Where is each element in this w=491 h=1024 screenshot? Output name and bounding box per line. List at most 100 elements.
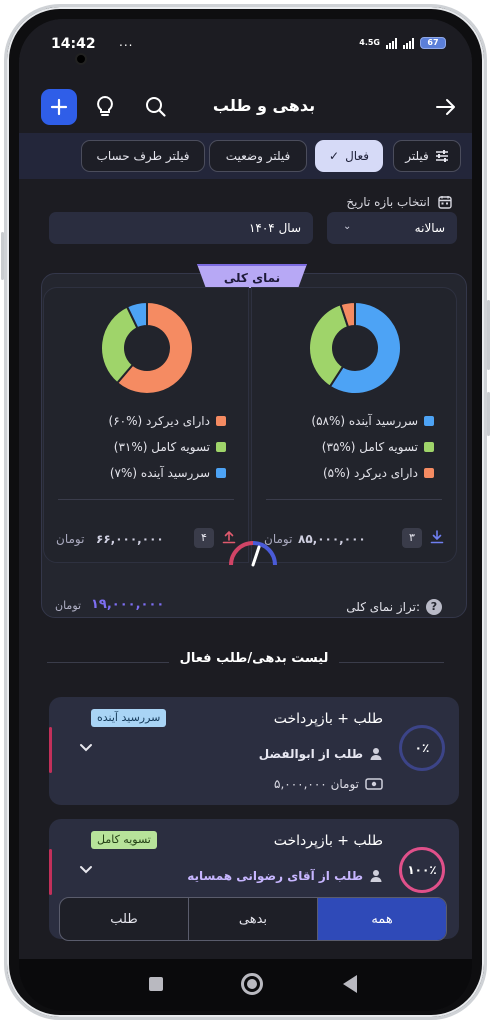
receivable-donut-chart xyxy=(308,300,402,395)
item-subtitle-row: طلب از آقای رضوانی همسایه xyxy=(187,869,383,883)
type-segmented-control: طلب بدهی همه xyxy=(59,897,447,941)
item-subtitle: طلب از آقای رضوانی همسایه xyxy=(187,869,363,883)
download-icon xyxy=(430,530,444,544)
year-select-value: سال ۱۴۰۴ xyxy=(248,221,301,235)
money-icon xyxy=(365,778,383,790)
item-amount: ۵,۰۰۰,۰۰۰ تومان xyxy=(274,777,359,791)
filter-status-label: فیلتر وضعیت xyxy=(225,149,291,163)
payable-count: ۴ xyxy=(194,528,214,548)
progress-value: ۱۰۰٪ xyxy=(407,863,437,877)
camera-cutout xyxy=(75,53,87,65)
segment-all[interactable]: همه xyxy=(317,898,446,940)
legend-label: سررسید آینده (%۷) xyxy=(109,466,210,480)
legend-item: تسویه کامل (%۳۵) xyxy=(274,434,434,460)
receivable-panel: سررسید آینده (%۵۸) تسویه کامل (%۳۵) دارا… xyxy=(251,287,457,563)
person-icon xyxy=(370,748,382,760)
search-button[interactable] xyxy=(142,93,170,121)
status-badge: تسویه کامل xyxy=(91,831,157,849)
person-icon xyxy=(370,870,382,882)
date-range-label: انتخاب بازه تاریخ xyxy=(346,195,452,209)
legend-swatch xyxy=(424,468,434,478)
legend-label: سررسید آینده (%۵۸) xyxy=(311,414,418,428)
app-screen: 14:42 ... 4.5G 67 بدهی و طلب فیلتر طرف ح… xyxy=(19,19,472,1011)
item-title: طلب + بازپرداخت xyxy=(273,833,383,849)
system-nav-bar xyxy=(19,959,472,1011)
item-amount-row: ۵,۰۰۰,۰۰۰ تومان xyxy=(274,777,383,791)
segment-credit[interactable]: طلب xyxy=(60,898,188,940)
payable-amount-row: ۴ ۶۶,۰۰۰,۰۰۰ تومان xyxy=(56,528,236,552)
app-header: بدهی و طلب xyxy=(19,77,472,133)
expand-chevron-icon[interactable] xyxy=(79,863,93,879)
calendar-icon xyxy=(438,196,452,209)
search-icon xyxy=(146,97,166,117)
network-type: 4.5G xyxy=(359,38,380,47)
filter-account-chip[interactable]: فیلتر طرف حساب xyxy=(81,140,205,172)
filter-account-label: فیلتر طرف حساب xyxy=(96,149,190,163)
item-accent-bar xyxy=(49,849,52,895)
receivable-legend: سررسید آینده (%۵۸) تسویه کامل (%۳۵) دارا… xyxy=(274,408,434,486)
list-item[interactable]: سررسید آینده طلب + بازپرداخت طلب از ابوا… xyxy=(49,697,459,805)
filter-label: فیلتر xyxy=(405,149,429,163)
item-title: طلب + بازپرداخت xyxy=(273,711,383,727)
signal-2-icon xyxy=(403,37,414,49)
filter-bar: فیلتر طرف حساب فیلتر وضعیت ✓ فعال فیلتر xyxy=(19,133,472,179)
legend-swatch xyxy=(424,442,434,452)
arrow-right-icon xyxy=(436,99,455,115)
divider xyxy=(266,499,442,500)
help-icon[interactable]: ? xyxy=(426,599,442,615)
legend-label: دارای دیرکرد (%۵) xyxy=(322,466,418,480)
payable-legend: دارای دیرکرد (%۶۰) تسویه کامل (%۳۱) سررس… xyxy=(66,408,226,486)
home-button[interactable] xyxy=(241,973,263,995)
recents-button[interactable] xyxy=(149,977,163,991)
active-filter-chip[interactable]: ✓ فعال xyxy=(315,140,383,172)
period-select[interactable]: سالانه ⌄ xyxy=(327,212,457,244)
phone-frame: 14:42 ... 4.5G 67 بدهی و طلب فیلتر طرف ح… xyxy=(4,4,487,1020)
back-button[interactable] xyxy=(432,93,460,121)
legend-swatch xyxy=(216,416,226,426)
segment-debt[interactable]: بدهی xyxy=(188,898,317,940)
balance-gauge-icon xyxy=(229,541,277,567)
legend-item: سررسید آینده (%۷) xyxy=(66,460,226,486)
progress-value: ۰٪ xyxy=(414,741,430,755)
check-icon: ✓ xyxy=(329,149,340,163)
payable-panel: دارای دیرکرد (%۶۰) تسویه کامل (%۳۱) سررس… xyxy=(43,287,249,563)
balance-value: ۱۹,۰۰۰,۰۰۰ xyxy=(91,597,165,612)
legend-item: سررسید آینده (%۵۸) xyxy=(274,408,434,434)
balance-label: تراز نمای کلی: ? xyxy=(346,599,442,615)
year-select[interactable]: سال ۱۴۰۴ xyxy=(49,212,313,244)
add-button[interactable] xyxy=(41,89,77,125)
payable-unit: تومان xyxy=(56,532,85,546)
signal-icon xyxy=(386,37,397,49)
legend-swatch xyxy=(424,416,434,426)
expand-chevron-icon[interactable] xyxy=(79,741,93,757)
filter-status-chip[interactable]: فیلتر وضعیت xyxy=(209,140,307,172)
page-title: بدهی و طلب xyxy=(212,96,316,115)
status-time: 14:42 xyxy=(51,36,96,52)
item-subtitle-row: طلب از ابوالفضل xyxy=(259,747,383,761)
lightbulb-button[interactable] xyxy=(91,93,119,121)
legend-label: دارای دیرکرد (%۶۰) xyxy=(108,414,210,428)
progress-ring: ۰٪ xyxy=(399,725,445,771)
plus-icon xyxy=(50,98,68,116)
legend-item: تسویه کامل (%۳۱) xyxy=(66,434,226,460)
balance-label-text: تراز نمای کلی: xyxy=(346,600,420,614)
legend-label: تسویه کامل (%۳۵) xyxy=(321,440,418,454)
divider xyxy=(58,499,234,500)
item-subtitle: طلب از ابوالفضل xyxy=(258,747,363,761)
overview-tag: نمای کلی xyxy=(197,264,307,288)
status-notification-dots: ... xyxy=(119,35,134,49)
battery-icon: 67 xyxy=(420,37,446,49)
payable-amount: ۶۶,۰۰۰,۰۰۰ xyxy=(96,532,164,546)
progress-ring: ۱۰۰٪ xyxy=(399,847,445,893)
back-nav-button[interactable] xyxy=(343,975,357,993)
lightbulb-icon xyxy=(97,95,113,116)
payable-donut-chart xyxy=(100,300,194,395)
active-filter-label: فعال xyxy=(345,149,369,163)
receivable-amount: ۸۵,۰۰۰,۰۰۰ xyxy=(298,532,366,546)
status-bar: 14:42 ... 4.5G 67 xyxy=(19,19,472,59)
balance-unit: تومان xyxy=(55,599,82,612)
list-section-title: لیست بدهی/طلب فعال xyxy=(169,651,339,666)
legend-swatch xyxy=(216,468,226,478)
sliders-icon xyxy=(435,150,448,162)
filter-chip[interactable]: فیلتر xyxy=(393,140,461,172)
